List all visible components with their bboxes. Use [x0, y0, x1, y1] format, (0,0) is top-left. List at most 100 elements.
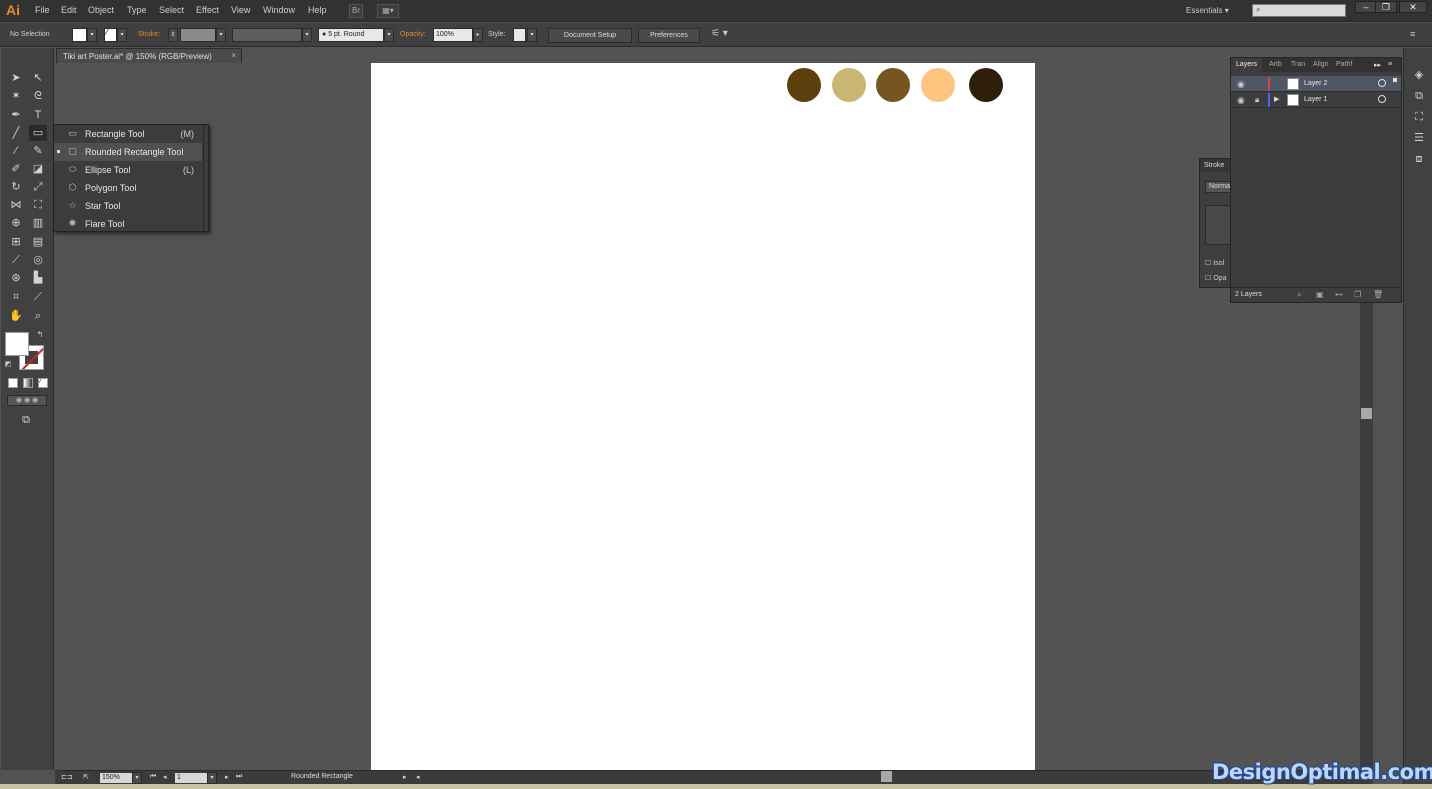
close-button[interactable]: ✕ [1399, 1, 1427, 13]
type-tool-icon[interactable]: T [29, 107, 47, 123]
status-share-icon[interactable]: ⇱ [83, 773, 89, 781]
free-transform-tool-icon[interactable]: ⛶ [29, 197, 47, 213]
new-layer-icon[interactable]: ❐ [1354, 290, 1361, 299]
menu-view[interactable]: View [231, 5, 250, 15]
horizontal-scroll-thumb[interactable] [881, 771, 892, 782]
brush-dropdown[interactable]: ▾ [384, 28, 394, 42]
stroke-color-swatch[interactable]: ⁄ [104, 28, 117, 42]
artboards-icon[interactable]: ⧉ [1411, 89, 1427, 103]
symbol-sprayer-tool-icon[interactable]: ⊛ [7, 270, 25, 286]
draw-mode-icon[interactable]: ◉ ◉ ◉ [7, 395, 47, 406]
expand-tabs-icon[interactable]: ▸▸ [1374, 61, 1381, 69]
style-dropdown[interactable]: ▾ [527, 28, 537, 42]
fill-dropdown-icon[interactable]: ▾ [87, 28, 97, 42]
stroke-label[interactable]: Stroke: [138, 31, 160, 38]
zoom-field[interactable]: 150% [100, 773, 132, 783]
stroke-weight-input[interactable] [180, 28, 216, 42]
layer-name[interactable]: Layer 2 [1304, 80, 1327, 87]
menu-select[interactable]: Select [159, 5, 184, 15]
blend-tool-icon[interactable]: ◎ [29, 252, 47, 268]
mesh-tool-icon[interactable]: ⊞ [7, 234, 25, 250]
layer-row[interactable]: ◉ Layer 2 [1231, 76, 1401, 92]
scroll-left-icon[interactable]: ◂ [416, 773, 420, 781]
variable-width-profile[interactable] [232, 28, 302, 42]
artboard-number-field[interactable]: 1 [175, 773, 207, 783]
align-icon[interactable]: ☰ [1411, 131, 1427, 145]
document-setup-button[interactable]: Document Setup [548, 28, 632, 43]
first-artboard-icon[interactable]: ⏮ [150, 773, 156, 781]
stroke-weight-stepper[interactable]: ⇕ [168, 28, 178, 42]
arrange-documents-icon[interactable]: ▦▾ [377, 4, 399, 18]
selection-tool-icon[interactable]: ➤ [7, 70, 25, 86]
rotate-tool-icon[interactable]: ↻ [7, 179, 25, 195]
stroke-dropdown-icon[interactable]: ▾ [117, 28, 127, 42]
shape-builder-tool-icon[interactable]: ⊕ [7, 215, 25, 231]
transform-icon[interactable]: ⛶ [1411, 110, 1427, 124]
opacity-arrow[interactable]: ▸ [473, 28, 483, 42]
opacity-mask-checkbox[interactable]: ☐ Opa [1205, 274, 1226, 282]
pathfinder-icon[interactable]: ⧈ [1411, 152, 1427, 166]
hand-tool-icon[interactable]: ✋ [7, 308, 25, 324]
opacity-input[interactable]: 100% [433, 28, 473, 42]
artboard-dropdown[interactable]: ▾ [207, 772, 217, 784]
pen-tool-icon[interactable]: ✒ [7, 107, 25, 123]
tearoff-strip[interactable] [203, 125, 208, 231]
fill-color-swatch[interactable] [72, 28, 87, 42]
menu-edit[interactable]: Edit [61, 5, 77, 15]
locate-object-icon[interactable]: ⌕ [1297, 290, 1301, 300]
visibility-eye-icon[interactable]: ◉ [1237, 95, 1245, 106]
tab-transform[interactable]: Tran [1291, 61, 1305, 68]
last-artboard-icon[interactable]: ⏭ [236, 773, 242, 781]
perspective-grid-tool-icon[interactable]: ▥ [29, 215, 47, 231]
lasso-tool-icon[interactable]: ᘓ [29, 88, 47, 104]
delete-layer-icon[interactable]: 🗑︎ [1373, 290, 1383, 299]
eyedropper-tool-icon[interactable]: ⟋ [7, 252, 25, 268]
default-fill-stroke-icon[interactable]: ◩ [3, 360, 13, 370]
palette-circle[interactable] [787, 68, 821, 102]
artboard[interactable] [371, 63, 1035, 770]
slice-tool-icon[interactable]: ⟋ [29, 289, 47, 305]
eraser-tool-icon[interactable]: ◪ [29, 161, 47, 177]
make-clipping-mask-icon[interactable]: ▣ [1316, 290, 1324, 299]
previous-artboard-icon[interactable]: ◂ [163, 773, 167, 781]
zoom-tool-icon[interactable]: ⌕ [29, 308, 47, 324]
layers-icon[interactable]: ◈ [1411, 68, 1427, 82]
artboard-tool-icon[interactable]: ⌗ [7, 289, 25, 305]
visibility-eye-icon[interactable]: ◉ [1237, 79, 1245, 90]
vertical-scroll-thumb[interactable] [1361, 408, 1372, 419]
minimize-button[interactable]: – [1355, 1, 1377, 13]
scale-tool-icon[interactable]: ⤢ [29, 179, 47, 195]
align-options-icon[interactable]: ⚟ ▾ [711, 28, 728, 39]
flyout-item-rectangle[interactable]: ▭ Rectangle Tool (M) [54, 125, 202, 143]
layer-row[interactable]: ◉ 🔒︎ ▶ Layer 1 [1231, 92, 1401, 108]
profile-dropdown[interactable]: ▾ [302, 28, 312, 42]
tab-align[interactable]: Align [1313, 61, 1329, 68]
pencil-tool-icon[interactable]: ✎ [29, 143, 47, 159]
menu-window[interactable]: Window [263, 5, 295, 15]
gradient-mode-icon[interactable] [23, 378, 33, 388]
flyout-item-polygon[interactable]: ⬡ Polygon Tool [54, 179, 202, 197]
flyout-item-flare[interactable]: ✺ Flare Tool [54, 215, 202, 233]
menu-object[interactable]: Object [88, 5, 114, 15]
tab-pathfinder[interactable]: Pathf [1336, 61, 1352, 68]
palette-circle[interactable] [832, 68, 866, 102]
panel-menu-icon[interactable]: ≡ [1388, 61, 1392, 68]
palette-circle[interactable] [876, 68, 910, 102]
status-menu-arrow-icon[interactable]: ▸ [403, 773, 407, 781]
magic-wand-tool-icon[interactable]: ✶ [7, 88, 25, 104]
screen-mode-icon[interactable]: ⧉ [17, 412, 35, 428]
close-tab-icon[interactable]: × [231, 51, 236, 60]
line-tool-icon[interactable]: ╱ [7, 125, 25, 141]
fill-swatch[interactable] [5, 332, 29, 356]
color-mode-icon[interactable] [8, 378, 18, 388]
restore-button[interactable]: ❐ [1375, 1, 1397, 13]
new-sublayer-icon[interactable]: ⊷ [1335, 290, 1343, 299]
preferences-button[interactable]: Preferences [638, 28, 700, 43]
status-artboard-icon[interactable]: ⊏⊐ [61, 773, 73, 781]
flyout-item-ellipse[interactable]: ⬭ Ellipse Tool (L) [54, 161, 202, 179]
expand-layer-icon[interactable]: ▶ [1274, 95, 1279, 103]
flyout-item-rounded-rectangle[interactable]: ▢ Rounded Rectangle Tool [54, 143, 202, 161]
tab-layers[interactable]: Layers [1236, 61, 1257, 68]
zoom-dropdown[interactable]: ▾ [132, 772, 142, 784]
target-icon[interactable] [1378, 79, 1386, 87]
